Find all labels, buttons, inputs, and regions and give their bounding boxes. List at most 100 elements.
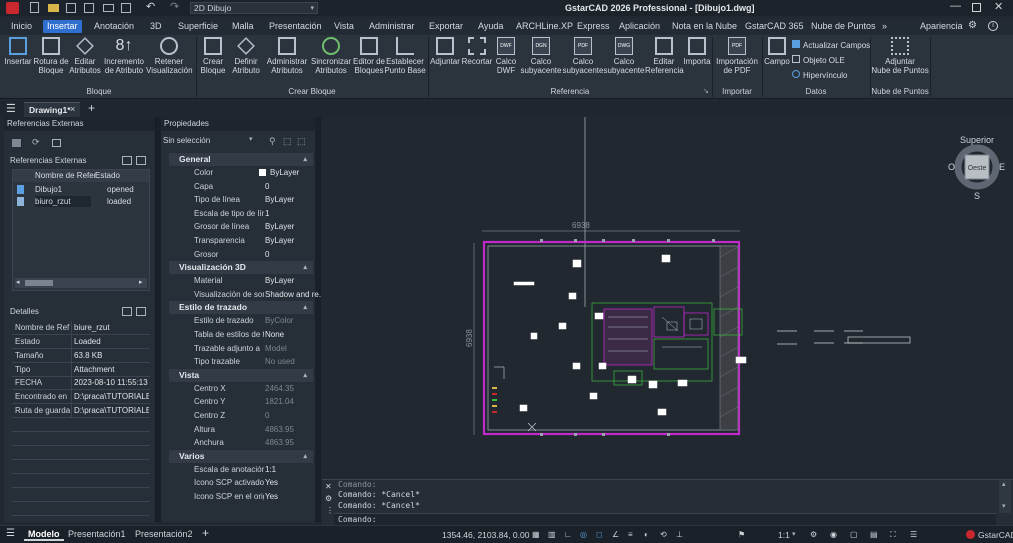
save-as-icon[interactable]	[84, 3, 94, 13]
osnap-mode-icon[interactable]: ◻	[596, 530, 603, 539]
property-row[interactable]: Centro Y 1821.04	[169, 395, 313, 409]
gear-icon[interactable]: ⚙	[968, 20, 977, 31]
gstarcad-account-icon[interactable]	[966, 530, 975, 539]
drawing-canvas[interactable]: 6938 6938 Superior Oeste O E S	[322, 117, 1013, 479]
new-file-icon[interactable]	[30, 2, 39, 13]
pickadd-icon[interactable]: ⬚	[297, 136, 306, 147]
redo-icon[interactable]: ↷	[170, 0, 179, 13]
menu-nube-puntos[interactable]: Nube de Puntos	[807, 20, 880, 33]
clean-screen-icon[interactable]: ▢	[850, 530, 858, 539]
retain-display-button[interactable]: Retener Visualización	[146, 37, 193, 75]
collapse-icon[interactable]: ▴	[303, 450, 307, 463]
selection-cycling-icon[interactable]: ⟲	[660, 530, 667, 539]
property-section-header[interactable]: Estilo de trazado ▴	[169, 301, 313, 315]
menu-aplicacion[interactable]: Aplicación	[615, 20, 664, 33]
menu-gstarcad365[interactable]: GstarCAD 365	[741, 20, 808, 33]
property-row[interactable]: Icono SCP en el orige Yes	[169, 490, 313, 504]
insert-block-button[interactable]: Insertar	[3, 37, 33, 66]
property-section-header[interactable]: General ▴	[169, 153, 313, 166]
property-row[interactable]: Escala de anotación 1:1	[169, 463, 313, 477]
attach-button[interactable]: Adjuntar	[429, 37, 461, 66]
chevron-down-icon[interactable]: ▾	[792, 530, 796, 538]
grid-mode-icon[interactable]: ▥	[548, 530, 556, 539]
field-button[interactable]: Campo	[763, 37, 791, 66]
select-objects-icon[interactable]: ⬚	[283, 136, 292, 147]
customize-icon[interactable]: ☰	[910, 530, 917, 539]
command-input[interactable]: Comando:	[334, 513, 996, 525]
app-logo-icon[interactable]	[6, 2, 19, 14]
set-base-point-button[interactable]: Establecer Punto Base	[384, 37, 426, 75]
snap-mode-icon[interactable]: ▦	[532, 530, 540, 539]
clip-button[interactable]: Recortar	[461, 37, 493, 66]
menu-nota-nube[interactable]: Nota en la Nube	[668, 20, 741, 33]
menu-express[interactable]: Express	[573, 20, 614, 33]
menu-exportar[interactable]: Exportar	[425, 20, 467, 33]
property-row[interactable]: Trazable adjunto a Model	[169, 342, 313, 356]
fullscreen-icon[interactable]: ⛶	[890, 530, 896, 540]
property-row[interactable]: Estilo de trazado ByColor	[169, 314, 313, 328]
property-row[interactable]: Color ByLayer	[169, 166, 313, 180]
hardware-accel-icon[interactable]: ▤	[870, 530, 878, 539]
property-row[interactable]: Visualización de som Shadow and re...	[169, 288, 321, 302]
chevron-down-icon[interactable]: ▾	[249, 135, 253, 143]
save-icon[interactable]	[66, 3, 76, 13]
property-row[interactable]: Centro X 2464.35	[169, 382, 313, 396]
define-attribute-button[interactable]: Definir Atributo	[229, 37, 263, 75]
break-block-button[interactable]: Rotura de Bloque	[33, 37, 69, 75]
property-row[interactable]: Capa 0	[169, 180, 313, 194]
new-tab-button[interactable]: +	[88, 101, 95, 115]
property-row[interactable]: Centro Z 0	[169, 409, 313, 423]
pdf-underlay-button[interactable]: PDF Calco subyacente	[562, 37, 604, 75]
property-row[interactable]: Grosor de línea ByLayer	[169, 220, 313, 234]
selection-dropdown[interactable]: Sin selección	[163, 136, 257, 145]
workspace-switch-icon[interactable]: ⚙	[810, 530, 817, 539]
menu-superficie[interactable]: Superficie	[174, 20, 222, 33]
menu-ayuda[interactable]: Ayuda	[474, 20, 507, 33]
hamburger-menu-icon[interactable]: ☰	[6, 102, 16, 115]
collapse-icon[interactable]: ▴	[303, 369, 307, 382]
close-icon[interactable]: ✕	[325, 482, 332, 491]
workspace-dropdown[interactable]: 2D Dibujo ▾	[190, 2, 318, 14]
property-section-header[interactable]: Visualización 3D ▴	[169, 261, 313, 275]
property-row[interactable]: Tabla de estilos de tr None	[169, 328, 313, 342]
ortho-mode-icon[interactable]: ∟	[564, 530, 572, 539]
compass-west[interactable]: O	[948, 162, 955, 172]
tab-presentacion2[interactable]: Presentación2	[135, 529, 193, 539]
property-row[interactable]: Escala de tipo de líne 1	[169, 207, 313, 221]
scroll-up-icon[interactable]: ▴	[1002, 480, 1006, 488]
polar-mode-icon[interactable]: ◎	[580, 530, 587, 539]
dynamic-ucs-icon[interactable]: ⊥	[676, 530, 683, 539]
print-icon[interactable]	[103, 4, 114, 12]
quick-select-icon[interactable]: ⚲	[269, 136, 276, 147]
annotation-scale[interactable]: 1:1	[778, 530, 790, 540]
menu-malla[interactable]: Malla	[228, 20, 258, 33]
isolate-objects-icon[interactable]: ◉	[830, 530, 837, 539]
viewcube-top-label[interactable]: Superior	[960, 135, 994, 145]
annotation-visibility-icon[interactable]: ⚑	[738, 530, 745, 539]
property-row[interactable]: Material ByLayer	[169, 274, 313, 288]
hyperlink-button[interactable]: Hipervínculo	[792, 70, 847, 80]
property-row[interactable]: Grosor 0	[169, 248, 313, 262]
compass-east[interactable]: E	[999, 162, 1005, 172]
create-block-button[interactable]: Crear Bloque	[198, 37, 228, 75]
compass-south[interactable]: S	[974, 191, 980, 201]
property-section-header[interactable]: Varios ▴	[169, 449, 313, 463]
menu-administrar[interactable]: Administrar	[365, 20, 419, 33]
block-editor-button[interactable]: Editor de Bloques	[352, 37, 386, 75]
collapse-icon[interactable]: ▴	[303, 153, 307, 166]
lineweight-mode-icon[interactable]: ≡	[628, 530, 633, 539]
menu-vista[interactable]: Vista	[330, 20, 358, 33]
dgn-underlay-button[interactable]: DGN Calco subyacente	[520, 37, 562, 75]
ole-object-button[interactable]: Objeto OLE	[792, 55, 845, 65]
sync-attributes-button[interactable]: Sincronizar Atributos	[310, 37, 352, 75]
close-button[interactable]: ✕	[994, 0, 1003, 13]
property-row[interactable]: Icono SCP activado Yes	[169, 476, 313, 490]
import-button[interactable]: Importa	[683, 37, 711, 66]
preview-icon[interactable]	[121, 3, 131, 13]
open-file-icon[interactable]	[48, 4, 59, 12]
property-row[interactable]: Anchura 4863.95	[169, 436, 313, 450]
update-fields-button[interactable]: Actualizar Campos	[792, 40, 870, 50]
property-row[interactable]: Tipo trazable No used	[169, 355, 313, 369]
menu-insertar[interactable]: Insertar	[43, 20, 82, 33]
menu-overflow-icon[interactable]: »	[878, 20, 891, 33]
